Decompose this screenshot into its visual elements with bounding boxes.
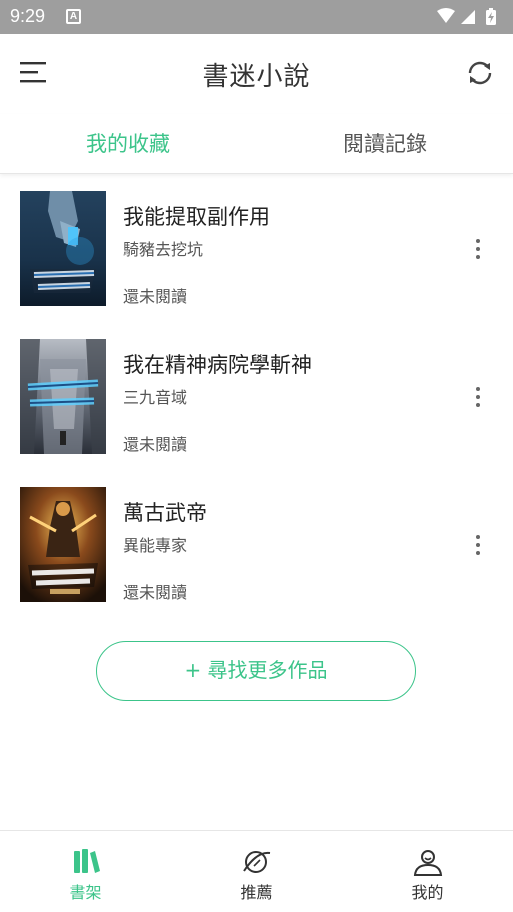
page-title: 書迷小說: [202, 62, 311, 92]
wifi-icon: [437, 8, 455, 23]
book-item[interactable]: 我能提取副作用 騎豬去挖坑 還未閱讀: [0, 191, 513, 321]
book-item[interactable]: 我在精神病院學斬神 三九音域 還未閱讀: [0, 339, 513, 469]
nav-label: 推薦: [240, 883, 273, 902]
book-author: 三九音域: [123, 388, 188, 407]
reading-progress: 還未閱讀: [123, 435, 188, 454]
bottom-navigation: 書架 推薦 我的: [0, 830, 513, 912]
planet-icon: [243, 851, 271, 873]
notification-icon: A: [66, 9, 81, 24]
reading-progress: 還未閱讀: [123, 287, 188, 306]
book-title: 我在精神病院學斬神: [123, 353, 312, 377]
more-options-button[interactable]: [470, 237, 486, 261]
tab-bar: 我的收藏 閱讀記錄: [0, 114, 513, 174]
status-bar: 9:29 A: [0, 0, 513, 34]
more-options-button[interactable]: [470, 533, 486, 557]
book-title: 我能提取副作用: [123, 205, 270, 229]
more-options-button[interactable]: [470, 385, 486, 409]
nav-bookshelf[interactable]: 書架: [0, 831, 171, 912]
user-icon: [413, 850, 443, 876]
book-cover[interactable]: [20, 339, 106, 454]
tab-reading-history[interactable]: 閱讀記錄: [257, 128, 513, 158]
status-time: 9:29: [10, 6, 46, 26]
refresh-icon: [468, 61, 492, 85]
reading-progress: 還未閱讀: [123, 583, 188, 602]
book-title: 萬古武帝: [123, 501, 207, 525]
book-item[interactable]: 萬古武帝 異能專家 還未閱讀: [0, 487, 513, 617]
nav-recommend[interactable]: 推薦: [171, 831, 342, 912]
tab-my-collection[interactable]: 我的收藏: [0, 128, 256, 158]
nav-mine[interactable]: 我的: [342, 831, 513, 912]
battery-icon: [486, 8, 496, 25]
system-icons: [437, 8, 496, 25]
app-bar: 書迷小說: [0, 34, 513, 114]
nav-label: 我的: [411, 883, 444, 902]
nav-label: 書架: [69, 883, 102, 902]
book-author: 異能專家: [123, 536, 188, 555]
refresh-button[interactable]: [465, 58, 495, 88]
signal-icon: [461, 10, 475, 24]
book-cover[interactable]: [20, 191, 106, 306]
bookshelf-icon: [74, 849, 100, 873]
book-cover[interactable]: [20, 487, 106, 602]
find-more-button[interactable]: + 尋找更多作品: [96, 641, 416, 701]
book-author: 騎豬去挖坑: [123, 240, 204, 259]
